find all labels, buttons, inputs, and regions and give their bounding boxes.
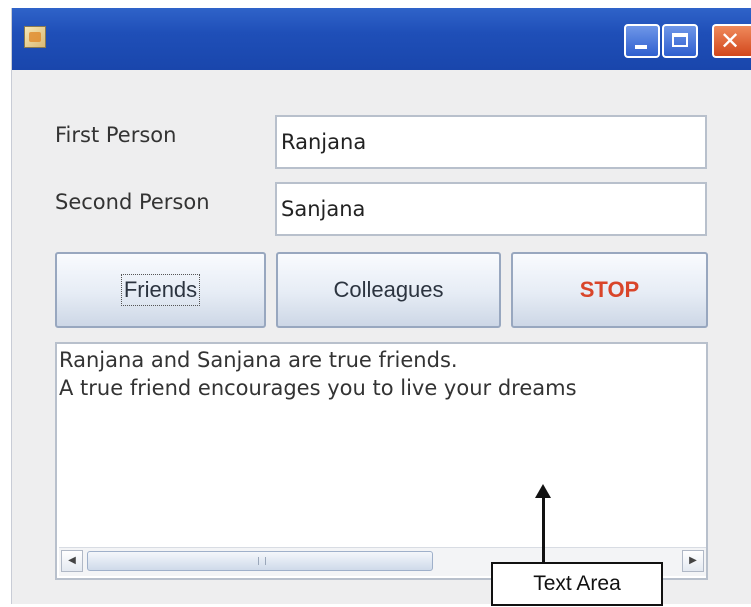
text-area-callout: Text Area	[491, 562, 663, 606]
second-person-field[interactable]: Sanjana	[275, 182, 707, 236]
scrollbar-thumb[interactable]	[87, 551, 433, 571]
scroll-right-icon[interactable]: ▶	[682, 550, 704, 572]
java-app-icon[interactable]	[24, 26, 46, 48]
title-bar[interactable]: ✕	[12, 8, 751, 70]
colleagues-button-label: Colleagues	[333, 277, 444, 302]
first-person-label: First Person	[55, 123, 177, 147]
text-area-line: A true friend encourages you to live you…	[59, 376, 577, 400]
maximize-button[interactable]	[662, 24, 698, 58]
friends-button[interactable]: Friends	[55, 252, 266, 328]
colleagues-button[interactable]: Colleagues	[276, 252, 501, 328]
stop-button[interactable]: STOP	[511, 252, 708, 328]
close-button[interactable]: ✕	[712, 24, 751, 58]
second-person-label: Second Person	[55, 190, 210, 214]
close-icon: ✕	[720, 27, 741, 55]
text-area[interactable]: Ranjana and Sanjana are true friends. A …	[55, 342, 708, 580]
stop-button-label: STOP	[579, 277, 640, 302]
minimize-button[interactable]	[624, 24, 660, 58]
callout-arrow	[542, 496, 545, 564]
first-person-field[interactable]: Ranjana	[275, 115, 707, 169]
text-area-line: Ranjana and Sanjana are true friends.	[59, 348, 458, 372]
friends-button-label: Friends	[120, 274, 201, 306]
scroll-left-icon[interactable]: ◀	[61, 550, 83, 572]
